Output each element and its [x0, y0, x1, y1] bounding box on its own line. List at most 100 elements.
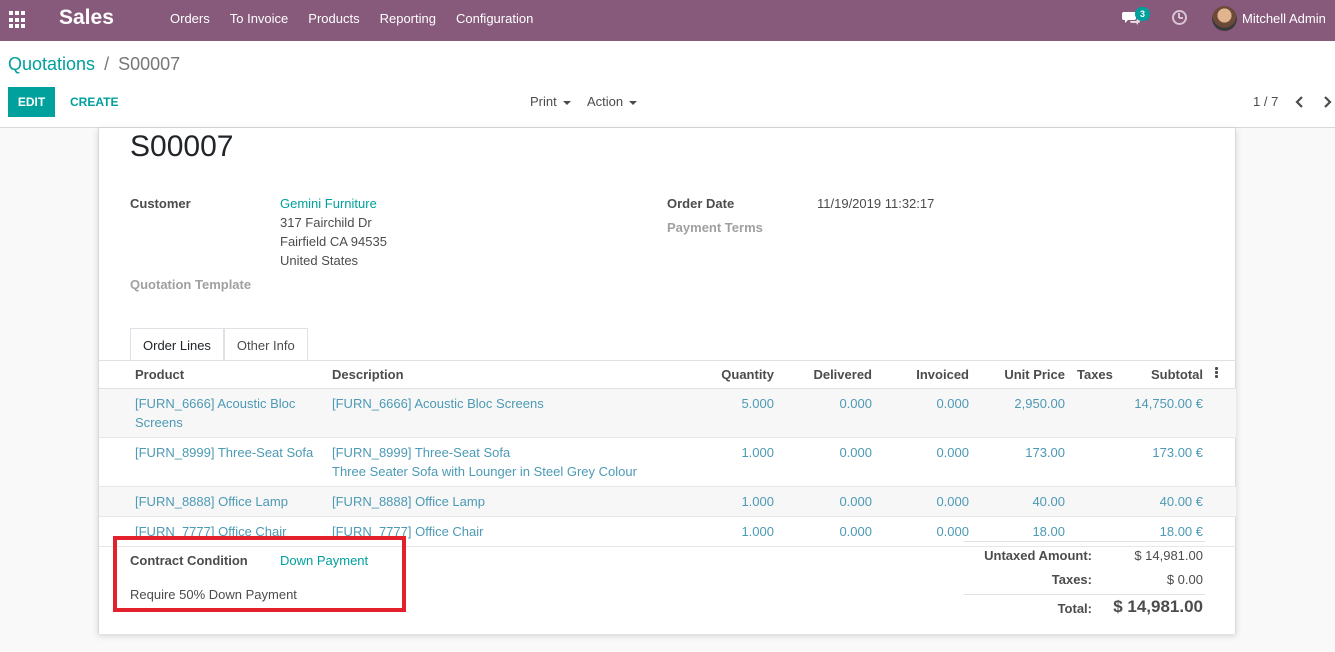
activity-clock-icon[interactable]	[1172, 10, 1187, 25]
col-invoiced[interactable]: Invoiced	[878, 361, 975, 389]
row-unit-price[interactable]: 2,950.00	[975, 388, 1071, 438]
row-subtotal[interactable]: 40.00 €	[1127, 486, 1209, 517]
row-quantity[interactable]: 1.000	[656, 437, 780, 487]
col-subtotal[interactable]: Subtotal	[1127, 361, 1209, 389]
col-delivered[interactable]: Delivered	[780, 361, 878, 389]
row-unit-price[interactable]: 173.00	[975, 437, 1071, 487]
untaxed-amount-value: $ 14,981.00	[1134, 548, 1203, 563]
user-avatar[interactable]	[1212, 6, 1237, 31]
row-description[interactable]: [FURN_8999] Three-Seat Sofa Three Seater…	[326, 437, 656, 487]
edit-button[interactable]: EDIT	[8, 87, 55, 117]
row-delivered[interactable]: 0.000	[780, 388, 878, 438]
breadcrumb: Quotations / S00007	[8, 54, 180, 75]
row-description[interactable]: [FURN_6666] Acoustic Bloc Screens	[326, 388, 656, 438]
user-name[interactable]: Mitchell Admin	[1242, 0, 1326, 37]
customer-link[interactable]: Gemini Furniture	[280, 196, 377, 211]
untaxed-amount-label: Untaxed Amount:	[984, 548, 1092, 563]
row-delivered[interactable]: 0.000	[780, 516, 878, 547]
order-date-value: 11/19/2019 11:32:17	[817, 196, 935, 211]
row-product[interactable]: [FURN_8999] Three-Seat Sofa	[99, 437, 326, 487]
col-quantity[interactable]: Quantity	[656, 361, 780, 389]
print-label: Print	[530, 94, 557, 109]
main-menu: Orders To Invoice Products Reporting Con…	[160, 0, 543, 41]
payment-terms-label: Payment Terms	[667, 220, 763, 235]
order-lines-table: Product Description Quantity Delivered I…	[99, 361, 1236, 547]
row-taxes[interactable]	[1071, 388, 1127, 438]
print-dropdown[interactable]: Print	[530, 87, 571, 117]
tab-order-lines[interactable]: Order Lines	[130, 328, 224, 361]
row-unit-price[interactable]: 40.00	[975, 486, 1071, 517]
row-subtotal[interactable]: 14,750.00 €	[1127, 388, 1209, 438]
table-header-row: Product Description Quantity Delivered I…	[99, 361, 1236, 389]
taxes-label: Taxes:	[1051, 572, 1092, 587]
chevron-right-icon[interactable]	[1320, 95, 1334, 109]
row-description[interactable]: [FURN_8888] Office Lamp	[326, 486, 656, 517]
row-taxes[interactable]	[1071, 486, 1127, 517]
row-quantity[interactable]: 5.000	[656, 388, 780, 438]
create-button[interactable]: CREATE	[62, 87, 126, 117]
taxes-value: $ 0.00	[1166, 572, 1203, 587]
row-invoiced[interactable]: 0.000	[878, 486, 975, 517]
menu-configuration[interactable]: Configuration	[446, 0, 543, 41]
breadcrumb-separator: /	[104, 54, 110, 74]
caret-down-icon	[562, 100, 571, 105]
form-sheet: S00007 Customer Gemini Furniture 317 Fai…	[98, 128, 1236, 634]
row-description-line: [FURN_8999] Three-Seat Sofa	[332, 444, 511, 460]
table-row[interactable]: [FURN_8888] Office Lamp [FURN_8888] Offi…	[99, 486, 1236, 517]
col-description[interactable]: Description	[326, 361, 656, 389]
quotation-template-label: Quotation Template	[130, 277, 252, 292]
order-reference: S00007	[130, 130, 234, 163]
optional-columns-toggle[interactable]	[1209, 361, 1236, 389]
total-label: Total:	[1057, 601, 1092, 616]
menu-products[interactable]: Products	[298, 0, 369, 41]
row-quantity[interactable]: 1.000	[656, 516, 780, 547]
col-product[interactable]: Product	[99, 361, 326, 389]
customer-country: United States	[280, 253, 359, 268]
totals-bottom-divider	[964, 594, 1205, 595]
top-navbar: Sales Orders To Invoice Products Reporti…	[0, 0, 1335, 41]
contract-condition-link[interactable]: Down Payment	[280, 553, 368, 568]
row-subtotal[interactable]: 173.00 €	[1127, 437, 1209, 487]
chevron-left-icon[interactable]	[1293, 95, 1307, 109]
row-invoiced[interactable]: 0.000	[878, 388, 975, 438]
row-delivered[interactable]: 0.000	[780, 486, 878, 517]
row-description-line: Three Seater Sofa with Lounger in Steel …	[332, 463, 637, 479]
row-invoiced[interactable]: 0.000	[878, 437, 975, 487]
customer-label: Customer	[130, 196, 191, 211]
pager-value[interactable]: 1 / 7	[1253, 87, 1278, 117]
order-date-label: Order Date	[667, 196, 735, 211]
row-spacer	[1209, 486, 1236, 517]
menu-reporting[interactable]: Reporting	[370, 0, 446, 41]
caret-down-icon	[629, 100, 638, 105]
chat-count-badge: 3	[1135, 7, 1150, 21]
row-invoiced[interactable]: 0.000	[878, 516, 975, 547]
action-dropdown[interactable]: Action	[587, 87, 638, 117]
menu-orders[interactable]: Orders	[160, 0, 220, 41]
row-delivered[interactable]: 0.000	[780, 437, 878, 487]
contract-condition-note: Require 50% Down Payment	[130, 587, 297, 602]
row-description-line: [FURN_8888] Office Lamp	[332, 493, 485, 509]
contract-condition-label: Contract Condition	[130, 553, 248, 568]
app-name[interactable]: Sales	[59, 6, 114, 30]
totals-top-divider	[964, 541, 1205, 542]
col-unit-price[interactable]: Unit Price	[975, 361, 1071, 389]
row-spacer	[1209, 516, 1236, 547]
menu-to-invoice[interactable]: To Invoice	[220, 0, 299, 41]
control-panel: Quotations / S00007 EDIT CREATE Print Ac…	[0, 41, 1335, 128]
breadcrumb-quotations[interactable]: Quotations	[8, 54, 95, 74]
customer-city: Fairfield CA 94535	[280, 234, 387, 249]
table-row[interactable]: [FURN_8999] Three-Seat Sofa [FURN_8999] …	[99, 437, 1236, 487]
breadcrumb-current: S00007	[118, 54, 181, 74]
kebab-menu-icon[interactable]	[1215, 366, 1218, 379]
table-row[interactable]: [FURN_6666] Acoustic Bloc Screens [FURN_…	[99, 388, 1236, 438]
col-taxes[interactable]: Taxes	[1071, 361, 1127, 389]
row-description-line: [FURN_6666] Acoustic Bloc Screens	[332, 395, 544, 411]
apps-menu-icon[interactable]	[9, 11, 27, 29]
row-taxes[interactable]	[1071, 437, 1127, 487]
tab-other-info[interactable]: Other Info	[223, 328, 308, 361]
row-product[interactable]: [FURN_8888] Office Lamp	[99, 486, 326, 517]
row-product[interactable]: [FURN_6666] Acoustic Bloc Screens	[99, 388, 326, 438]
total-value: $ 14,981.00	[1113, 597, 1203, 616]
action-label: Action	[587, 94, 624, 109]
row-quantity[interactable]: 1.000	[656, 486, 780, 517]
